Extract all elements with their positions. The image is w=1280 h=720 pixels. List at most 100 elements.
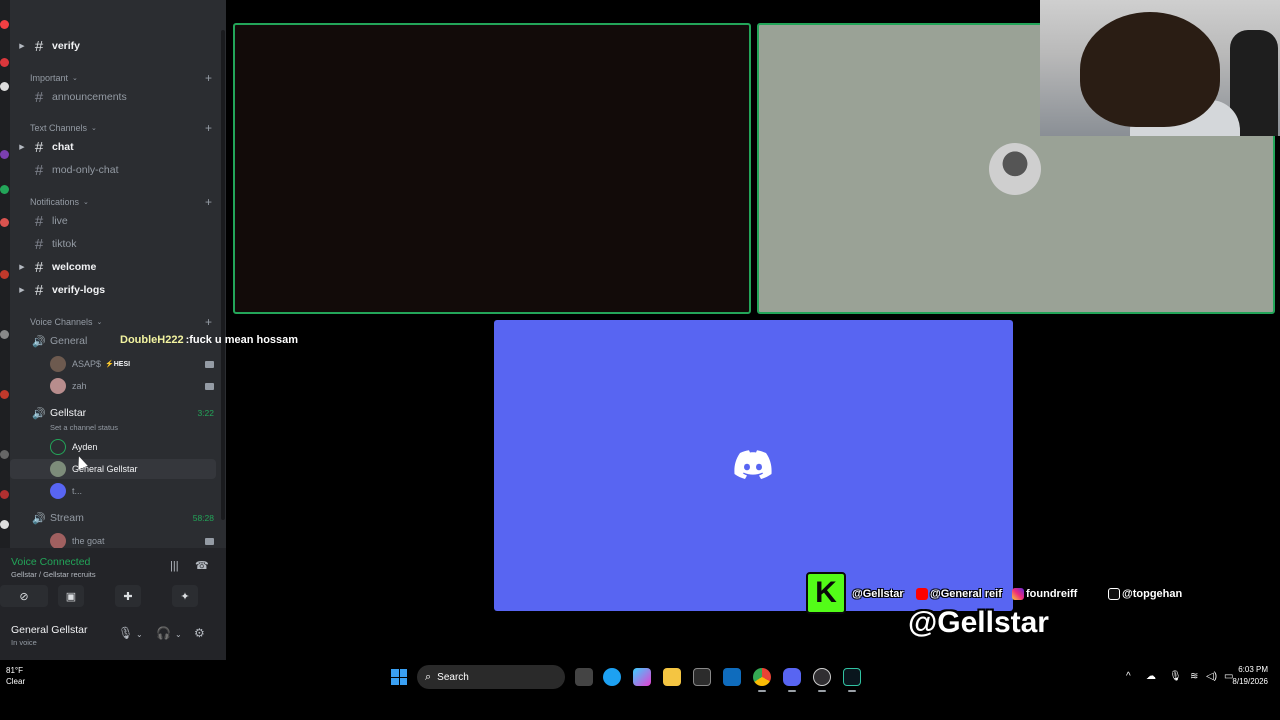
user-name[interactable]: General Gellstar: [11, 624, 87, 636]
weather-temp[interactable]: 81°F: [6, 666, 23, 675]
running-indicator: [818, 690, 826, 692]
taskbar-search[interactable]: ⌕ Search: [417, 665, 565, 689]
voice-member[interactable]: General Gellstar: [10, 459, 216, 479]
channel-verify-logs[interactable]: ▶ # verify-logs: [10, 279, 216, 301]
voice-member[interactable]: t...: [10, 481, 216, 501]
edge-icon[interactable]: [603, 668, 621, 686]
running-indicator: [758, 690, 766, 692]
video-tile[interactable]: [233, 23, 751, 314]
server-icon[interactable]: [0, 330, 9, 339]
headphones-icon[interactable]: 🎧: [156, 626, 171, 640]
chat-username: DoubleH222: [120, 334, 184, 346]
server-icon[interactable]: [0, 490, 9, 499]
server-icon[interactable]: [0, 450, 9, 459]
disconnect-icon[interactable]: ☎: [195, 559, 209, 572]
instagram-icon: [1012, 588, 1024, 600]
kick-logo-icon: K: [806, 572, 846, 614]
server-icon[interactable]: [0, 82, 9, 91]
category-notifications[interactable]: Notifications ⌄ +: [10, 194, 216, 210]
chevron-down-icon[interactable]: ⌄: [136, 630, 143, 639]
voice-member[interactable]: Ayden: [10, 437, 216, 457]
chevron-up-icon[interactable]: ^: [1126, 671, 1131, 682]
hash-icon: #: [34, 212, 44, 230]
soundboard-button[interactable]: ✦: [172, 585, 198, 607]
start-button[interactable]: [391, 669, 407, 685]
discord-icon[interactable]: [783, 668, 801, 686]
screen-share-button[interactable]: ▣: [58, 585, 84, 607]
hash-icon: #: [34, 88, 44, 106]
voice-channel-stream[interactable]: 🔊 Stream 58:28: [10, 508, 216, 528]
onedrive-icon[interactable]: ☁: [1146, 671, 1156, 682]
voice-connected-channel[interactable]: Gellstar / Gellstar recruits: [11, 570, 96, 579]
running-indicator: [788, 690, 796, 692]
socials-overlay: K @Gellstar @General reif foundreiff @to…: [806, 572, 1206, 650]
mail-icon[interactable]: [723, 668, 741, 686]
chrome-icon[interactable]: [753, 668, 771, 686]
channel-live[interactable]: # live: [10, 210, 216, 232]
obs-icon[interactable]: [813, 668, 831, 686]
category-important[interactable]: Important ⌄ +: [10, 70, 216, 86]
store-icon[interactable]: [693, 668, 711, 686]
microphone-icon[interactable]: 🎙: [118, 626, 133, 640]
user-status: In voice: [11, 638, 37, 647]
volume-icon[interactable]: ◁): [1206, 671, 1217, 682]
streamlabs-icon[interactable]: [843, 668, 861, 686]
activities-icon: ✚: [123, 590, 133, 603]
screen: ▶ # verify Important ⌄ + # announcements…: [0, 0, 1280, 720]
add-channel-icon[interactable]: +: [205, 71, 212, 85]
wifi-icon[interactable]: ≋: [1190, 671, 1198, 682]
noise-suppression-icon[interactable]: |||: [170, 560, 179, 572]
chevron-down-icon[interactable]: ⌄: [175, 630, 182, 639]
channel-verify[interactable]: ▶ # verify: [10, 35, 216, 57]
activities-button[interactable]: ✚: [115, 585, 141, 607]
channel-announcements[interactable]: # announcements: [10, 86, 216, 108]
channel-chat[interactable]: ▶ # chat: [10, 136, 216, 158]
soundboard-icon: ✦: [180, 590, 190, 603]
copilot-icon[interactable]: [633, 668, 651, 686]
hash-icon: #: [34, 258, 44, 276]
server-icon[interactable]: [0, 185, 9, 194]
server-icon[interactable]: [0, 390, 9, 399]
category-text-channels[interactable]: Text Channels ⌄ +: [10, 120, 216, 136]
file-explorer-icon[interactable]: [663, 668, 681, 686]
clock-time[interactable]: 6:03 PM: [1238, 665, 1268, 674]
server-icon[interactable]: [0, 218, 9, 227]
category-voice-channels[interactable]: Voice Channels ⌄ +: [10, 314, 216, 330]
camera-off-button[interactable]: ⊘: [0, 585, 48, 607]
task-view-icon[interactable]: [575, 668, 593, 686]
hash-icon: #: [34, 161, 44, 179]
weather-condition[interactable]: Clear: [6, 677, 25, 686]
avatar: [50, 439, 66, 455]
voice-channel-gellstar[interactable]: 🔊 Gellstar 3:22: [10, 403, 216, 423]
add-channel-icon[interactable]: +: [205, 121, 212, 135]
channel-status[interactable]: Set a channel status: [50, 423, 118, 432]
streamer-facecam: [1040, 0, 1280, 136]
user-panel: General Gellstar In voice 🎙 ⌄ 🎧 ⌄ ⚙: [0, 616, 226, 656]
camera-off-icon: ⊘: [19, 590, 29, 603]
sidebar-scrollbar[interactable]: [221, 30, 225, 520]
chevron-down-icon: ⌄: [96, 319, 103, 326]
voice-member[interactable]: the goat: [10, 531, 216, 548]
voice-member[interactable]: zah: [10, 376, 216, 396]
channel-mod-only-chat[interactable]: # mod-only-chat: [10, 159, 216, 181]
chevron-down-icon: ⌄: [72, 75, 78, 82]
gear-icon[interactable]: ⚙: [194, 626, 205, 640]
server-icon[interactable]: [0, 20, 9, 29]
video-tile[interactable]: [494, 320, 1013, 611]
voice-member[interactable]: ASAP$ ⚡HESI: [10, 354, 216, 374]
hash-icon: #: [34, 37, 44, 55]
hash-icon: #: [34, 138, 44, 156]
channel-welcome[interactable]: ▶ # welcome: [10, 256, 216, 278]
camera-icon: [205, 537, 214, 545]
add-channel-icon[interactable]: +: [205, 195, 212, 209]
server-icon[interactable]: [0, 150, 9, 159]
add-channel-icon[interactable]: +: [205, 315, 212, 329]
server-icon[interactable]: [0, 58, 9, 67]
camera-icon: [205, 382, 214, 390]
channel-tiktok[interactable]: # tiktok: [10, 233, 216, 255]
server-icon[interactable]: [0, 270, 9, 279]
speaker-icon: 🔊: [32, 336, 46, 348]
microphone-icon[interactable]: 🎙: [1169, 671, 1182, 682]
clock-date[interactable]: 8/19/2026: [1232, 677, 1268, 686]
server-icon[interactable]: [0, 520, 9, 529]
